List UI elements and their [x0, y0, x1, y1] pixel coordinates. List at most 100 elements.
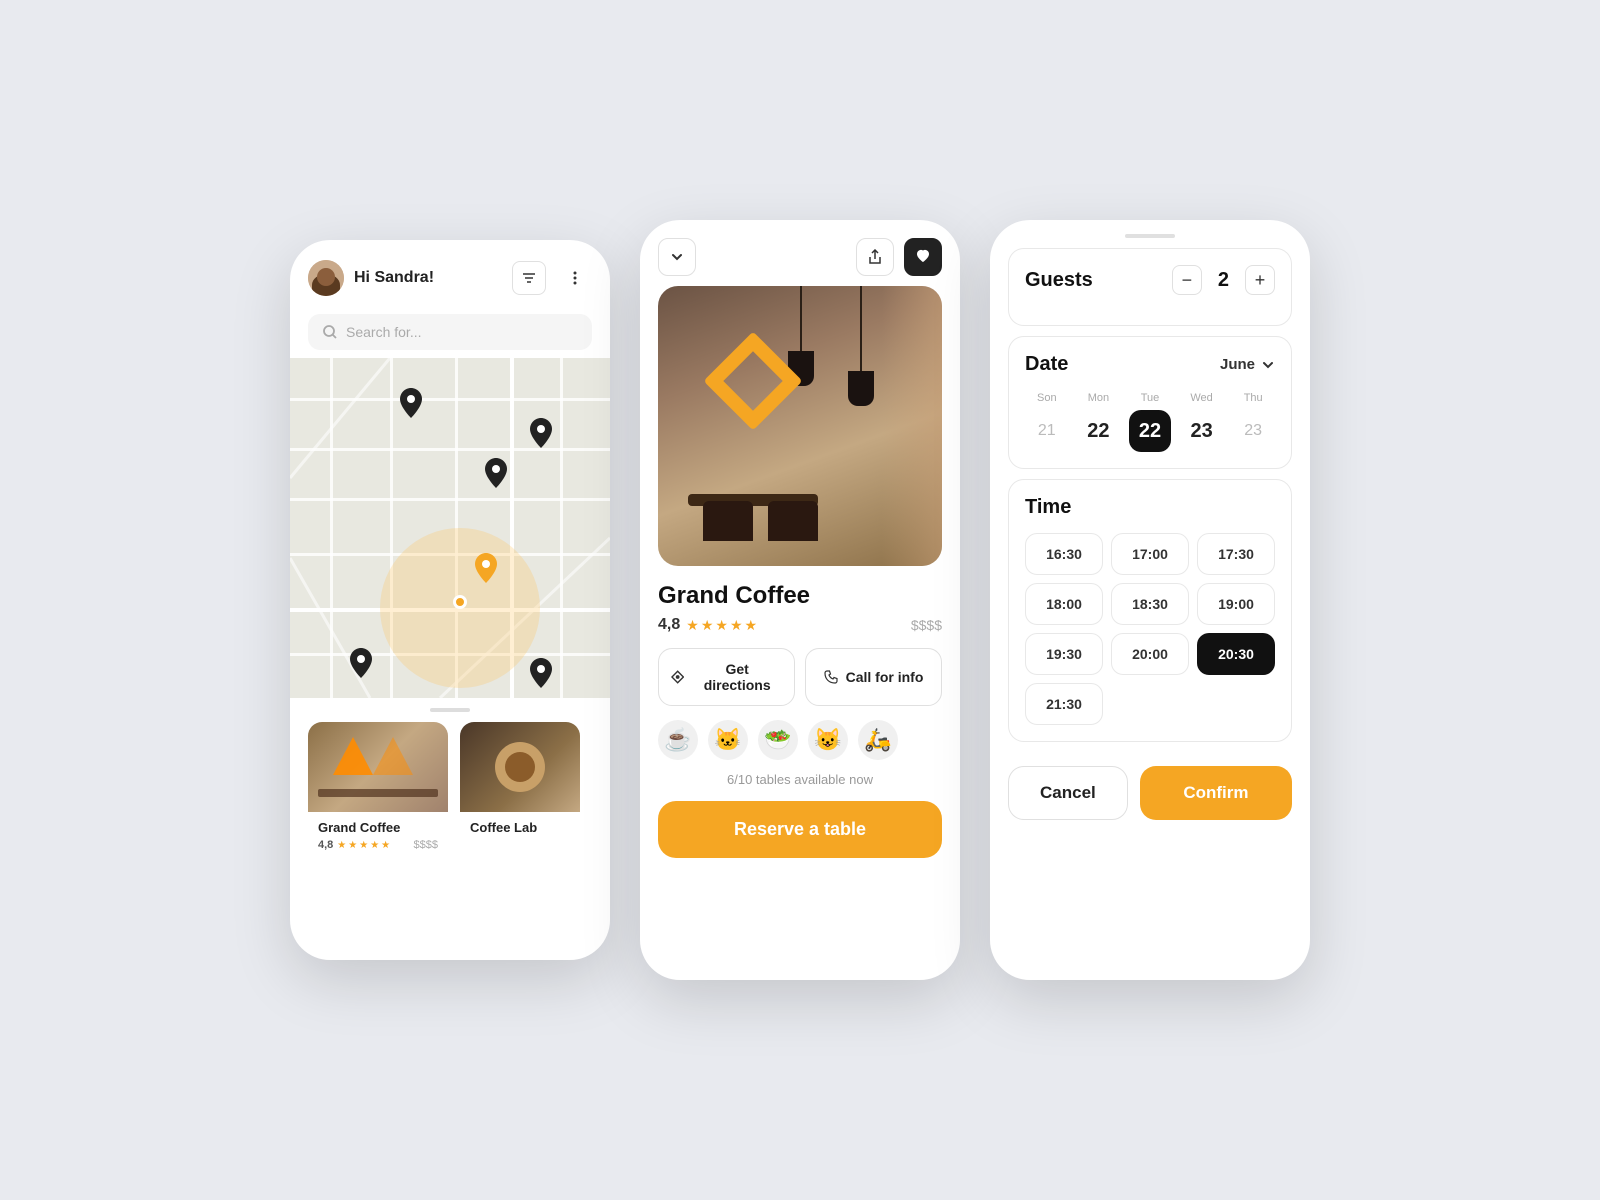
filter-icon	[521, 270, 537, 286]
restaurant-card-info-1: Grand Coffee 4,8 ★ ★ ★ ★ ★	[308, 812, 448, 859]
time-1930[interactable]: 19:30	[1025, 633, 1103, 675]
time-1800[interactable]: 18:00	[1025, 583, 1103, 625]
guests-section-header: Guests − 2 +	[1025, 265, 1275, 295]
map-area	[290, 358, 610, 698]
day-col-son: Son 21	[1025, 392, 1069, 452]
favorite-button[interactable]	[904, 238, 942, 276]
time-2030[interactable]: 20:30	[1197, 633, 1275, 675]
map-pin-4	[350, 648, 372, 683]
share-icon	[867, 249, 883, 265]
user-avatars: ☕ 🐱 🥗 😺 🛵	[640, 720, 960, 772]
restaurant-rating-1: 4,8	[318, 839, 333, 851]
map-pin-5	[530, 658, 552, 693]
day-col-mon[interactable]: Mon 22	[1077, 392, 1121, 452]
restaurant-meta-1: 4,8 ★ ★ ★ ★ ★ $$$$	[318, 839, 438, 851]
top-actions	[640, 220, 960, 286]
avatar	[308, 260, 344, 296]
call-for-info-button[interactable]: Call for info	[805, 648, 942, 706]
phone-icon	[824, 670, 838, 684]
guest-controls: − 2 +	[1172, 265, 1275, 295]
phone-notch	[1125, 234, 1175, 238]
search-placeholder: Search for...	[346, 324, 421, 340]
header: Hi Sandra!	[290, 240, 610, 306]
detail-price: $$$$	[911, 617, 942, 633]
chevron-down-icon	[670, 250, 684, 264]
restaurant-card-2[interactable]: Coffee Lab	[460, 722, 580, 859]
time-2130[interactable]: 21:30	[1025, 683, 1103, 725]
search-icon	[322, 324, 338, 340]
time-1730[interactable]: 17:30	[1197, 533, 1275, 575]
time-grid: 16:30 17:00 17:30 18:00 18:30 19:00 19:3…	[1025, 533, 1275, 725]
search-bar[interactable]: Search for...	[308, 314, 592, 350]
map-pin-1	[400, 388, 422, 423]
header-icons	[512, 261, 592, 295]
restaurant-hero-image	[658, 286, 942, 566]
restaurant-name-2: Coffee Lab	[470, 820, 570, 835]
more-options-button[interactable]	[558, 261, 592, 295]
time-2000[interactable]: 20:00	[1111, 633, 1189, 675]
month-label: June	[1220, 356, 1255, 373]
bottom-actions: Cancel Confirm	[990, 752, 1310, 838]
screens-container: Hi Sandra!	[290, 220, 1310, 980]
restaurant-name-1: Grand Coffee	[318, 820, 438, 835]
reserve-table-button[interactable]: Reserve a table	[658, 801, 942, 858]
calendar-days: Son 21 Mon 22 Tue 22 Wed 23 Thu 23	[1025, 392, 1275, 452]
restaurant-detail-name: Grand Coffee	[658, 582, 942, 610]
decrease-guests-button[interactable]: −	[1172, 265, 1202, 295]
cancel-button[interactable]: Cancel	[1008, 766, 1128, 820]
guest-count: 2	[1218, 269, 1229, 292]
filter-button[interactable]	[512, 261, 546, 295]
meta-left: 4,8 ★ ★ ★ ★ ★	[658, 616, 757, 634]
share-button[interactable]	[856, 238, 894, 276]
time-1900[interactable]: 19:00	[1197, 583, 1275, 625]
confirm-button[interactable]: Confirm	[1140, 766, 1292, 820]
phone-map-screen: Hi Sandra!	[290, 240, 610, 960]
scroll-indicator	[430, 708, 470, 712]
increase-guests-button[interactable]: +	[1245, 265, 1275, 295]
date-section: Date June Son 21 Mon 22 Tue	[1008, 336, 1292, 469]
map-pin-2	[530, 418, 552, 453]
directions-icon	[671, 670, 684, 684]
user-emoji-5: 🛵	[858, 720, 898, 760]
restaurant-card-image-1	[308, 722, 448, 812]
call-for-info-label: Call for info	[846, 669, 924, 685]
stars-1: ★ ★ ★ ★ ★	[337, 840, 390, 851]
time-section: Time 16:30 17:00 17:30 18:00 18:30 19:00…	[1008, 479, 1292, 742]
day-col-wed[interactable]: Wed 23	[1180, 392, 1224, 452]
phone-detail-screen: Grand Coffee 4,8 ★ ★ ★ ★ ★ $$$$	[640, 220, 960, 980]
phone-reservation-screen: Guests − 2 + Date June	[990, 220, 1310, 980]
detail-stars: ★ ★ ★ ★ ★	[686, 617, 757, 634]
chevron-down-icon-date	[1261, 358, 1275, 372]
month-selector[interactable]: June	[1220, 356, 1275, 373]
restaurant-cards: Grand Coffee 4,8 ★ ★ ★ ★ ★	[290, 722, 610, 859]
restaurant-price-1: $$$$	[414, 839, 438, 851]
user-emoji-3: 🥗	[758, 720, 798, 760]
back-button[interactable]	[658, 238, 696, 276]
action-buttons-row: Get directions Call for info	[640, 634, 960, 720]
guests-section: Guests − 2 +	[1008, 248, 1292, 326]
user-emoji-1: ☕	[658, 720, 698, 760]
guests-title: Guests	[1025, 269, 1093, 292]
detail-rating: 4,8	[658, 616, 680, 634]
time-1700[interactable]: 17:00	[1111, 533, 1189, 575]
action-buttons-right	[856, 238, 942, 276]
time-1830[interactable]: 18:30	[1111, 583, 1189, 625]
day-col-tue[interactable]: Tue 22	[1128, 392, 1172, 452]
restaurant-detail-meta: 4,8 ★ ★ ★ ★ ★ $$$$	[658, 616, 942, 634]
restaurant-card-1[interactable]: Grand Coffee 4,8 ★ ★ ★ ★ ★	[308, 722, 448, 859]
get-directions-button[interactable]: Get directions	[658, 648, 795, 706]
header-left: Hi Sandra!	[308, 260, 434, 296]
map-pin-orange	[475, 553, 497, 588]
current-location-dot	[453, 595, 467, 609]
time-title: Time	[1025, 496, 1275, 519]
restaurant-card-info-2: Coffee Lab	[460, 812, 580, 847]
tables-availability: 6/10 tables available now	[640, 772, 960, 795]
time-1630[interactable]: 16:30	[1025, 533, 1103, 575]
day-col-thu: Thu 23	[1231, 392, 1275, 452]
date-section-header: Date June	[1025, 353, 1275, 376]
more-icon	[573, 270, 577, 286]
restaurant-detail-info: Grand Coffee 4,8 ★ ★ ★ ★ ★ $$$$	[640, 566, 960, 634]
heart-icon	[915, 249, 931, 265]
date-title: Date	[1025, 353, 1068, 376]
user-emoji-2: 🐱	[708, 720, 748, 760]
